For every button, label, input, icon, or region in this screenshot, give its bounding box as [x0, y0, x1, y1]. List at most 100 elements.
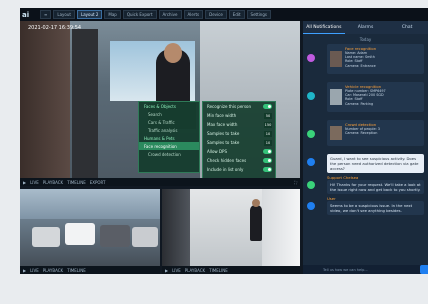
chat-bubble: Seems to be a suspicious issue. In the n…	[327, 201, 424, 215]
option-toggle[interactable]	[263, 158, 272, 163]
car	[100, 225, 130, 247]
app-window: ai ≡ Layout Layout 2 Map Quick Export Ar…	[20, 8, 428, 274]
option-value-input[interactable]: 10	[264, 139, 272, 146]
tab-quick-export[interactable]: Quick Export	[122, 10, 157, 19]
option-row: Check hidden faces	[203, 156, 275, 165]
menu-item-search[interactable]: Search	[139, 110, 199, 118]
car	[65, 223, 95, 245]
top-toolbar: ai ≡ Layout Layout 2 Map Quick Export Ar…	[20, 8, 428, 21]
options-header-label: Recognize this person	[207, 104, 252, 109]
tab-archive[interactable]: Archive	[158, 10, 182, 19]
option-value-input[interactable]: 10	[264, 130, 272, 137]
notification-detail: Camera: Parking	[345, 101, 374, 106]
tab-device[interactable]: Device	[205, 10, 227, 19]
option-label: Samples to take	[207, 140, 240, 145]
control-playback[interactable]: PLAYBACK	[43, 180, 63, 185]
menu-item-faces-objects[interactable]: Faces & Objects	[139, 102, 199, 110]
main-view-controls: ▶ LIVE PLAYBACK TIMELINE EXPORT ⛶	[20, 178, 300, 186]
menu-item-cars-traffic[interactable]: Cars & Traffic	[139, 118, 199, 126]
snapshot-thumbnail	[330, 89, 342, 105]
camera-tile-parking[interactable]: ▶ LIVE PLAYBACK TIMELINE	[20, 189, 160, 274]
option-row: Max face width 150	[203, 120, 275, 129]
notification-card: Vehicle recognition Plate number: SMP649…	[327, 82, 424, 112]
shelf	[162, 189, 190, 274]
menu-item-face-recognition[interactable]: Face recognition	[139, 142, 199, 150]
fullscreen-icon[interactable]: ⛶	[294, 180, 297, 185]
menu-item-humans-pets[interactable]: Humans & Pets	[139, 134, 199, 142]
menu-item-crowd-detection[interactable]: Crowd detection	[139, 150, 199, 158]
control-live[interactable]: LIVE	[30, 180, 39, 185]
chat-message: Guard, I want to see suspicious activity…	[303, 154, 428, 173]
control-timeline[interactable]: TIMELINE	[209, 268, 228, 273]
analytics-menu: Faces & Objects Search Cars & Traffic Tr…	[138, 101, 200, 173]
tab-chat[interactable]: Chat	[386, 21, 428, 34]
tab-layout[interactable]: Layout	[53, 10, 75, 19]
tab-map[interactable]: Map	[104, 10, 121, 19]
day-separator: Today	[359, 36, 372, 42]
option-label: Min face width	[207, 113, 237, 118]
control-export[interactable]: EXPORT	[90, 180, 106, 185]
recognition-options-panel: Recognize this person Min face width 50 …	[202, 101, 276, 181]
notification-item[interactable]: Vehicle recognition Plate number: SMP649…	[303, 82, 428, 120]
chat-bubble: Guard, I want to see suspicious activity…	[327, 154, 424, 173]
control-playback[interactable]: PLAYBACK	[43, 268, 63, 273]
notification-item[interactable]: Crowd detection Number of people: 3 Came…	[303, 120, 428, 152]
option-row: Include in list only	[203, 165, 275, 174]
tab-layout-2[interactable]: Layout 2	[76, 10, 103, 19]
option-value-input[interactable]: 50	[264, 112, 272, 119]
notification-item[interactable]: Face recognition Name: Adam Last name: S…	[303, 44, 428, 82]
tab-settings[interactable]: Settings	[246, 10, 271, 19]
notifications-panel: All Notifications Alarms Chat Today Face…	[303, 21, 428, 274]
notification-detail: Camera: Reception	[345, 131, 378, 136]
chat-message: User Seems to be a suspicious issue. In …	[303, 196, 428, 215]
building	[20, 189, 160, 219]
display-shelf	[262, 189, 300, 274]
option-row: Min face width 50	[203, 111, 275, 120]
main-camera-view[interactable]: 2021-02-17 16:39:54 Faces & Objects Sear…	[20, 21, 300, 186]
face-recognition-icon	[307, 54, 315, 62]
play-icon[interactable]: ▶	[23, 268, 26, 273]
tab-edit[interactable]: Edit	[228, 10, 245, 19]
option-label: Include in list only	[207, 167, 244, 172]
tab-alerts[interactable]: Alerts	[183, 10, 204, 19]
tab-all-notifications[interactable]: All Notifications	[303, 21, 345, 34]
option-row: Samples to take 10	[203, 129, 275, 138]
option-label: Allow DPS	[207, 149, 227, 154]
menu-item-traffic-analysis[interactable]: Traffic analysis	[139, 126, 199, 134]
toolbar-menu-icon[interactable]: ≡	[40, 10, 52, 19]
chat-message: Support Chelsea Hi! Thanks for your requ…	[303, 175, 428, 194]
option-row: Samples to take 10	[203, 138, 275, 147]
option-row: Allow DPS	[203, 147, 275, 156]
play-icon[interactable]: ▶	[23, 180, 26, 185]
options-header: Recognize this person	[203, 102, 275, 111]
option-toggle[interactable]	[263, 149, 272, 154]
control-timeline[interactable]: TIMELINE	[67, 180, 86, 185]
send-button[interactable]	[420, 265, 428, 274]
car	[32, 227, 60, 247]
control-timeline[interactable]: TIMELINE	[67, 268, 86, 273]
control-playback[interactable]: PLAYBACK	[185, 268, 205, 273]
control-live[interactable]: LIVE	[172, 268, 181, 273]
notification-card: Crowd detection Number of people: 3 Came…	[327, 120, 424, 146]
chat-bubble: Hi! Thanks for your request. We'll take …	[327, 180, 424, 194]
option-label: Samples to take	[207, 131, 240, 136]
camera-tile-shop[interactable]: ▶ LIVE PLAYBACK TIMELINE	[162, 189, 300, 274]
option-toggle[interactable]	[263, 167, 272, 172]
app-logo: ai	[22, 10, 30, 19]
person-head	[252, 199, 260, 207]
recognize-toggle[interactable]	[263, 104, 272, 109]
camera-controls: ▶ LIVE PLAYBACK TIMELINE	[162, 266, 300, 274]
camera-controls: ▶ LIVE PLAYBACK TIMELINE	[20, 266, 160, 274]
shelf-left	[20, 21, 70, 186]
option-label: Max face width	[207, 122, 238, 127]
chat-input[interactable]: Tell us how we can help...	[303, 265, 428, 274]
notification-detail: Camera: Entrance	[345, 63, 376, 68]
pillar	[72, 29, 98, 179]
person-figure	[250, 205, 262, 241]
option-label: Check hidden faces	[207, 158, 247, 163]
play-icon[interactable]: ▶	[165, 268, 168, 273]
option-value-input[interactable]: 150	[264, 121, 272, 128]
control-live[interactable]: LIVE	[30, 268, 39, 273]
tab-alarms[interactable]: Alarms	[345, 21, 387, 34]
car	[132, 227, 158, 247]
